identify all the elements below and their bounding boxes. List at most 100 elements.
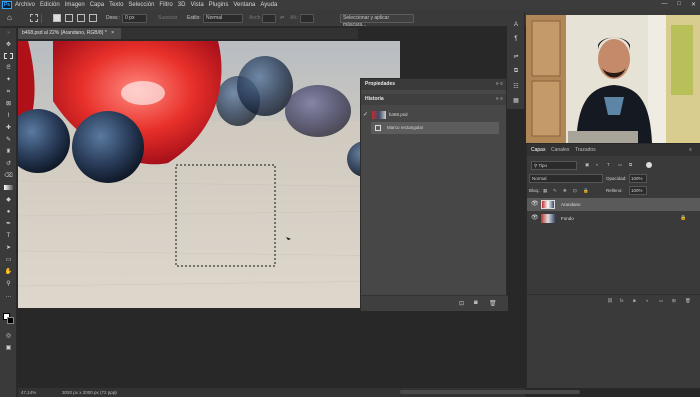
tab-capas[interactable]: Capas [531, 146, 545, 155]
history-step[interactable]: Marco rectangular [371, 122, 499, 134]
clone-stamp-tool-icon[interactable]: ♜ [4, 149, 13, 156]
lock-all-icon[interactable]: 🔒 [583, 188, 589, 194]
select-and-mask-button[interactable]: Seleccionar y aplicar máscara... [340, 14, 414, 28]
subtract-selection-icon[interactable] [77, 14, 85, 22]
link-layers-icon[interactable]: ⛓ [607, 298, 613, 304]
properties-menu-icon[interactable]: » ≡ [496, 79, 503, 90]
adjustments-panel-icon[interactable]: ⇌ [512, 54, 520, 60]
lock-artboard-icon[interactable]: ⊡ [573, 188, 577, 194]
add-selection-icon[interactable] [65, 14, 73, 22]
layers-menu-icon[interactable]: ≡ [689, 146, 692, 155]
layer-name[interactable]: Arandano [561, 198, 581, 211]
blur-tool-icon[interactable]: ◆ [4, 197, 13, 204]
document-tab-close-icon[interactable]: × [111, 30, 114, 36]
close-window-button[interactable]: ✕ [691, 1, 696, 8]
rectangle-tool-icon[interactable]: ▭ [4, 257, 13, 264]
history-brush-tool-icon[interactable]: ↺ [4, 161, 13, 168]
fill-input[interactable]: 100% [629, 186, 647, 195]
horizontal-scrollbar[interactable] [400, 390, 580, 394]
feather-input[interactable]: 0 px [122, 14, 147, 23]
menu-ayuda[interactable]: Ayuda [260, 2, 277, 8]
paragraph-panel-icon[interactable]: ¶ [512, 36, 520, 42]
visibility-eye-icon[interactable]: 👁 [531, 198, 539, 211]
history-header[interactable]: Historia » ≡ [361, 94, 506, 105]
eyedropper-tool-icon[interactable]: ⌇ [4, 113, 13, 120]
dodge-tool-icon[interactable]: ● [4, 209, 13, 216]
delete-state-icon[interactable]: 🗑 [489, 300, 497, 307]
move-tool-icon[interactable]: ✥ [4, 42, 13, 49]
adjustment-layer-icon[interactable]: ◐ [646, 298, 649, 303]
new-selection-icon[interactable] [53, 14, 61, 22]
menu-ventana[interactable]: Ventana [233, 2, 255, 8]
properties-header[interactable]: Propiedades » ≡ [361, 79, 506, 90]
eraser-tool-icon[interactable]: ⌫ [4, 173, 13, 180]
layer-name[interactable]: Fondo [561, 212, 574, 225]
path-selection-tool-icon[interactable]: ➤ [4, 245, 13, 252]
pen-tool-icon[interactable]: ✒ [4, 221, 13, 228]
filter-shape-icon[interactable]: ▭ [618, 162, 622, 168]
status-arrow-icon[interactable]: › [115, 388, 117, 397]
width-input[interactable] [262, 14, 276, 23]
zoom-level[interactable]: 47,14% [21, 388, 36, 397]
character-panel-icon[interactable]: A [512, 22, 520, 28]
new-group-icon[interactable]: ▭ [659, 298, 663, 304]
zoom-tool-icon[interactable]: ⚲ [4, 281, 13, 288]
menu-plugins[interactable]: Plugins [209, 2, 229, 8]
height-input[interactable] [300, 14, 314, 23]
minimize-button[interactable]: — [661, 1, 667, 8]
quick-mask-icon[interactable]: ◎ [4, 333, 13, 340]
new-layer-icon[interactable]: ⊞ [672, 298, 676, 304]
menu-vista[interactable]: Vista [190, 2, 203, 8]
swap-icon[interactable]: ⇄ [280, 15, 284, 22]
blend-mode-select[interactable]: Normal [529, 174, 603, 183]
marquee-tool-icon[interactable] [4, 53, 13, 59]
tab-canales[interactable]: Canales [551, 146, 569, 155]
frame-tool-icon[interactable]: ⊠ [4, 101, 13, 108]
filter-type-icon[interactable]: T [607, 162, 610, 167]
new-document-from-state-icon[interactable]: ⊡ [459, 300, 464, 307]
magic-wand-tool-icon[interactable]: ✦ [4, 77, 13, 84]
brushes-panel-icon[interactable]: ☷ [512, 84, 520, 90]
antialias-label[interactable]: Suavizar [158, 15, 177, 22]
toolbar-collapse-icon[interactable]: » [4, 30, 13, 37]
new-snapshot-icon[interactable]: ◙ [474, 300, 478, 306]
crop-tool-icon[interactable]: ⌗ [4, 89, 13, 96]
delete-layer-icon[interactable]: 🗑 [685, 298, 691, 304]
menu-texto[interactable]: Texto [109, 2, 123, 8]
more-tools-icon[interactable]: … [4, 293, 13, 300]
brush-tool-icon[interactable]: ✎ [4, 137, 13, 144]
add-mask-icon[interactable]: ◙ [633, 298, 636, 303]
layer-row-fondo[interactable]: 👁 Fondo 🔒 [527, 212, 700, 225]
type-tool-icon[interactable]: T [4, 233, 13, 240]
filter-toggle-icon[interactable] [646, 162, 652, 168]
background-color-swatch[interactable] [7, 317, 14, 324]
lock-transparency-icon[interactable]: ▦ [543, 188, 547, 194]
menu-filtro[interactable]: Filtro [159, 2, 172, 8]
canvas-area[interactable] [18, 39, 400, 388]
menu-archivo[interactable]: Archivo [15, 2, 35, 8]
home-icon[interactable]: ⌂ [7, 13, 12, 22]
menu-3d[interactable]: 3D [178, 2, 186, 8]
lock-pixels-icon[interactable]: ✎ [553, 188, 557, 194]
gradient-tool-icon[interactable] [4, 185, 13, 190]
filter-pixel-icon[interactable]: ▣ [585, 162, 589, 168]
filter-adjustment-icon[interactable]: ◐ [596, 162, 599, 167]
menu-imagen[interactable]: Imagen [65, 2, 85, 8]
menu-seleccion[interactable]: Selección [128, 2, 154, 8]
layer-style-icon[interactable]: fx [620, 298, 624, 303]
menu-capa[interactable]: Capa [90, 2, 104, 8]
lock-position-icon[interactable]: ✥ [563, 188, 567, 194]
history-menu-icon[interactable]: » ≡ [496, 94, 503, 105]
history-snapshot[interactable]: ✓ b468.psd [361, 109, 506, 121]
swatches-panel-icon[interactable]: ▦ [512, 98, 520, 104]
tab-trazados[interactable]: Trazados [575, 146, 596, 155]
layer-row-arandano[interactable]: 👁 Arandano [527, 198, 700, 211]
healing-brush-tool-icon[interactable]: ✚ [4, 125, 13, 132]
document-tab[interactable]: b468.psd al 22% (Arandano, RGB/8) * × [18, 28, 122, 39]
hand-tool-icon[interactable]: ✋ [4, 269, 13, 276]
layer-filter-select[interactable]: ⚲ Tipo [531, 161, 577, 170]
screen-mode-icon[interactable]: ▣ [4, 345, 13, 352]
document-image[interactable] [18, 41, 400, 308]
intersect-selection-icon[interactable] [89, 14, 97, 22]
menu-edicion[interactable]: Edición [40, 2, 60, 8]
